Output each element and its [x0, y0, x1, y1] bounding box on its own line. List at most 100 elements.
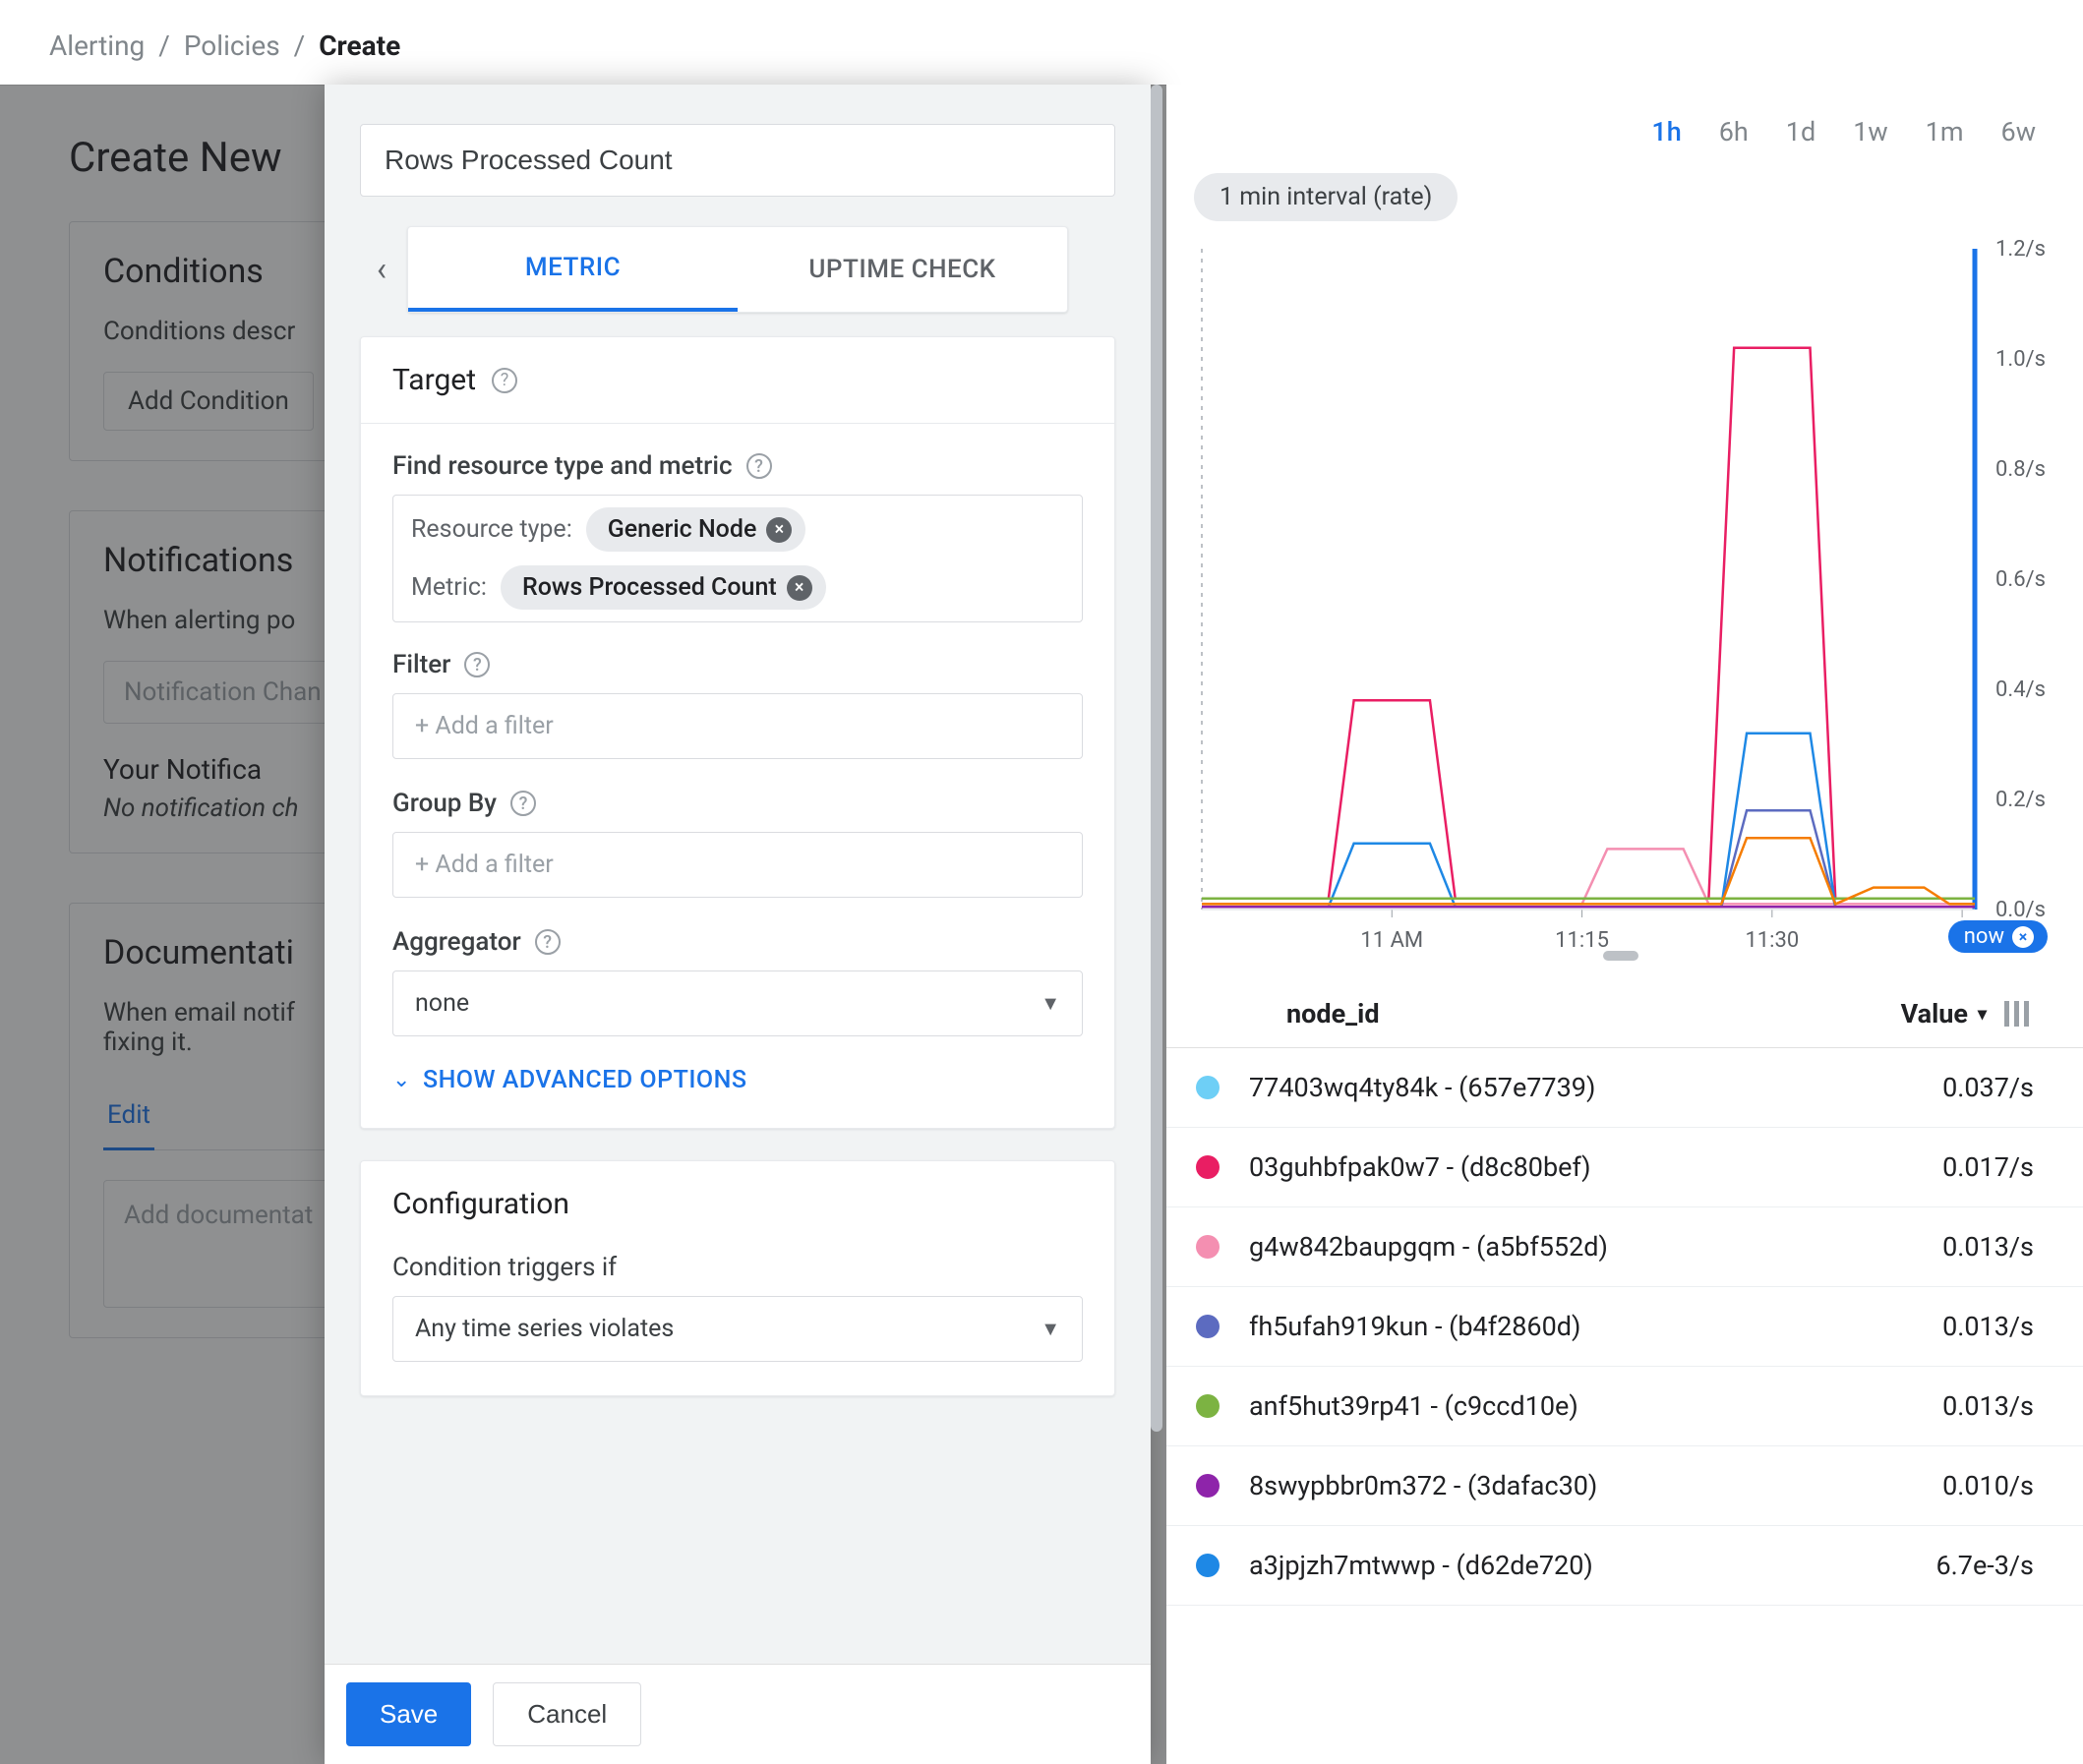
condition-editor-panel: ‹ METRIC UPTIME CHECK › Target ? Find re…	[325, 85, 1151, 1764]
legend-value: 0.037/s	[1942, 1072, 2034, 1103]
legend-row[interactable]: anf5hut39rp41 - (c9ccd10e)0.013/s	[1166, 1367, 2083, 1446]
time-tab-1h[interactable]: 1h	[1651, 116, 1681, 147]
legend-node: anf5hut39rp41 - (c9ccd10e)	[1249, 1390, 1942, 1422]
series-color-dot	[1196, 1235, 1220, 1259]
series-color-dot	[1196, 1315, 1220, 1338]
chart[interactable]: 0.0/s0.2/s0.4/s0.6/s0.8/s1.0/s1.2/s11 AM…	[1188, 239, 2053, 957]
find-metric-label: Find resource type and metric	[392, 451, 733, 481]
legend-row[interactable]: 8swypbbr0m372 - (3dafac30)0.010/s	[1166, 1446, 2083, 1526]
legend-row[interactable]: 03guhbfpak0w7 - (d8c80bef)0.017/s	[1166, 1128, 2083, 1207]
legend-col-value[interactable]: Value ▾	[1901, 998, 1987, 1029]
filter-input[interactable]: + Add a filter	[392, 693, 1083, 759]
legend-row[interactable]: 77403wq4ty84k - (657e7739)0.037/s	[1166, 1048, 2083, 1128]
remove-metric-icon[interactable]: ×	[787, 575, 812, 601]
metric-chip-text: Rows Processed Count	[522, 573, 777, 602]
series-color-dot	[1196, 1554, 1220, 1577]
legend-row[interactable]: a3jpjzh7mtwwp - (d62de720)6.7e-3/s	[1166, 1526, 2083, 1606]
legend-row[interactable]: g4w842baupgqm - (a5bf552d)0.013/s	[1166, 1207, 2083, 1287]
breadcrumb: Alerting / Policies / Create	[49, 29, 400, 62]
svg-text:0.0/s: 0.0/s	[1995, 898, 2046, 922]
panel-footer: Save Cancel	[325, 1664, 1151, 1764]
time-tab-1d[interactable]: 1d	[1786, 116, 1815, 147]
metric-label: Metric:	[411, 573, 487, 602]
svg-text:0.2/s: 0.2/s	[1995, 788, 2046, 812]
triggers-label: Condition triggers if	[392, 1253, 617, 1282]
chevron-left-icon: ‹	[377, 250, 387, 289]
legend-node: fh5ufah919kun - (b4f2860d)	[1249, 1311, 1942, 1342]
series-color-dot	[1196, 1474, 1220, 1498]
panel-scrollbar[interactable]	[1151, 85, 1166, 1609]
now-label: now	[1964, 924, 2004, 949]
resource-metric-field[interactable]: Resource type: Generic Node × Metric: Ro…	[392, 495, 1083, 622]
legend-col-value-text: Value	[1901, 998, 1968, 1029]
tab-uptime-check[interactable]: UPTIME CHECK	[738, 227, 1067, 312]
configuration-card: Configuration Condition triggers if Any …	[360, 1160, 1115, 1396]
triggers-select[interactable]: Any time series violates ▼	[392, 1296, 1083, 1362]
help-icon[interactable]: ?	[492, 368, 517, 393]
legend-value: 0.013/s	[1942, 1390, 2034, 1422]
aggregator-value: none	[415, 989, 469, 1018]
filter-label: Filter	[392, 650, 450, 679]
legend-row[interactable]: fh5ufah919kun - (b4f2860d)0.013/s	[1166, 1287, 2083, 1367]
help-icon[interactable]: ?	[464, 652, 490, 677]
groupby-label: Group By	[392, 789, 497, 818]
configuration-heading: Configuration	[392, 1187, 569, 1221]
breadcrumb-policies[interactable]: Policies	[184, 29, 280, 62]
scrollbar-thumb[interactable]	[1151, 85, 1162, 1432]
legend-table: node_id Value ▾ 77403wq4ty84k - (657e773…	[1166, 980, 2083, 1606]
chevron-down-icon: ⌄	[392, 1068, 411, 1092]
svg-text:11:30: 11:30	[1745, 928, 1799, 953]
target-heading: Target	[392, 363, 476, 397]
now-pill[interactable]: now ×	[1948, 920, 2048, 953]
tab-metric[interactable]: METRIC	[408, 227, 738, 312]
metric-chip[interactable]: Rows Processed Count ×	[501, 565, 826, 610]
show-advanced-options-link[interactable]: ⌄ SHOW ADVANCED OPTIONS	[392, 1066, 1083, 1094]
svg-text:0.4/s: 0.4/s	[1995, 677, 2046, 702]
time-tab-1m[interactable]: 1m	[1926, 116, 1964, 147]
show-advanced-text: SHOW ADVANCED OPTIONS	[423, 1066, 747, 1094]
aggregator-select[interactable]: none ▼	[392, 970, 1083, 1036]
series-color-dot	[1196, 1076, 1220, 1099]
aggregator-label: Aggregator	[392, 927, 521, 957]
legend-value: 0.010/s	[1942, 1470, 2034, 1501]
sort-desc-icon: ▾	[1978, 1004, 1987, 1025]
legend-node: 03guhbfpak0w7 - (d8c80bef)	[1249, 1151, 1942, 1183]
legend-value: 0.013/s	[1942, 1311, 2034, 1342]
interval-chip: 1 min interval (rate)	[1194, 173, 1458, 221]
condition-title-input[interactable]	[360, 124, 1115, 197]
cancel-button[interactable]: Cancel	[493, 1682, 641, 1746]
help-icon[interactable]: ?	[510, 791, 536, 816]
columns-icon[interactable]	[2004, 1001, 2034, 1027]
legend-node: 77403wq4ty84k - (657e7739)	[1249, 1072, 1942, 1103]
save-button[interactable]: Save	[346, 1682, 471, 1746]
time-range-tabs: 1h 6h 1d 1w 1m 6w	[1166, 85, 2083, 165]
breadcrumb-sep: /	[294, 29, 306, 62]
legend-node: 8swypbbr0m372 - (3dafac30)	[1249, 1470, 1942, 1501]
caret-down-icon: ▼	[1041, 991, 1060, 1016]
svg-text:0.8/s: 0.8/s	[1995, 457, 2046, 482]
groupby-input[interactable]: + Add a filter	[392, 832, 1083, 898]
legend-value: 6.7e-3/s	[1936, 1550, 2035, 1581]
legend-col-node[interactable]: node_id	[1286, 998, 1901, 1029]
svg-text:11 AM: 11 AM	[1360, 928, 1423, 953]
chart-panel: 1h 6h 1d 1w 1m 6w 1 min interval (rate) 0.0/s…	[1166, 85, 2083, 1764]
resource-type-chip[interactable]: Generic Node ×	[586, 507, 806, 552]
help-icon[interactable]: ?	[535, 929, 561, 955]
svg-text:1.2/s: 1.2/s	[1995, 239, 2046, 262]
breadcrumb-current: Create	[319, 29, 400, 62]
resource-type-chip-text: Generic Node	[608, 515, 757, 544]
time-tab-1w[interactable]: 1w	[1853, 116, 1887, 147]
remove-resource-type-icon[interactable]: ×	[766, 517, 792, 543]
target-card: Target ? Find resource type and metric ?…	[360, 336, 1115, 1129]
breadcrumb-root[interactable]: Alerting	[49, 29, 145, 62]
resize-handle-icon[interactable]	[1603, 951, 1638, 961]
help-icon[interactable]: ?	[746, 453, 772, 479]
legend-node: a3jpjzh7mtwwp - (d62de720)	[1249, 1550, 1936, 1581]
triggers-value: Any time series violates	[415, 1315, 674, 1343]
time-tab-6h[interactable]: 6h	[1719, 116, 1749, 147]
svg-text:1.0/s: 1.0/s	[1995, 347, 2046, 372]
legend-node: g4w842baupgqm - (a5bf552d)	[1249, 1231, 1942, 1263]
time-tab-6w[interactable]: 6w	[2001, 116, 2036, 147]
tab-prev-button[interactable]: ‹	[360, 226, 403, 313]
close-now-icon[interactable]: ×	[2012, 926, 2034, 948]
